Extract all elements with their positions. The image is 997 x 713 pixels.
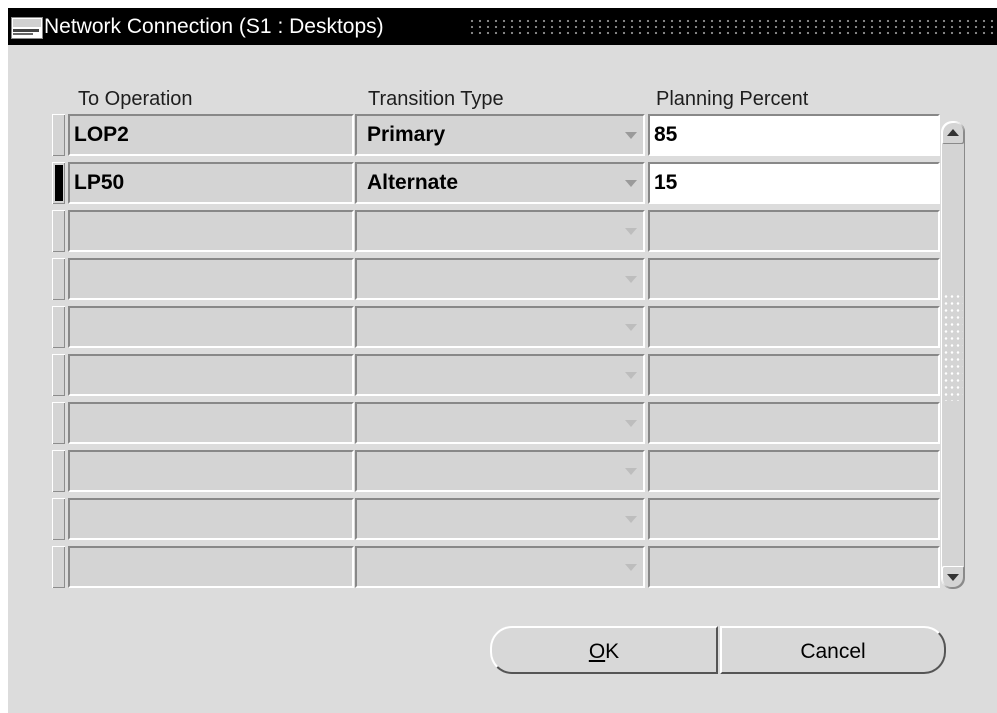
row-indicator[interactable] <box>52 258 65 300</box>
to-operation-field[interactable] <box>68 210 354 252</box>
planning-percent-field[interactable]: 15 <box>648 162 940 204</box>
chevron-down-icon[interactable] <box>625 372 637 379</box>
titlebar-pattern <box>468 18 993 36</box>
scroll-up-arrow-icon[interactable] <box>942 122 964 144</box>
chevron-down-icon[interactable] <box>625 468 637 475</box>
transition-type-select[interactable]: Primary <box>355 114 645 156</box>
table-row[interactable] <box>52 401 942 445</box>
transition-type-select[interactable] <box>355 450 645 492</box>
to-operation-field[interactable] <box>68 258 354 300</box>
planning-percent-field[interactable] <box>648 450 940 492</box>
scroll-down-arrow-icon[interactable] <box>942 566 964 588</box>
transition-type-select[interactable] <box>355 258 645 300</box>
chevron-down-icon[interactable] <box>625 420 637 427</box>
cancel-button[interactable]: Cancel <box>720 626 946 674</box>
planning-percent-field[interactable]: 85 <box>648 114 940 156</box>
chevron-down-icon[interactable] <box>625 564 637 571</box>
table-row[interactable] <box>52 257 942 301</box>
transition-type-select[interactable] <box>355 546 645 588</box>
ok-mnemonic: O <box>588 640 606 663</box>
oracle-applications-logo-icon <box>11 17 43 39</box>
planning-percent-field[interactable] <box>648 546 940 588</box>
transition-type-value: Primary <box>367 123 446 146</box>
to-operation-field[interactable]: LOP2 <box>68 114 354 156</box>
column-header-to-operation: To Operation <box>78 88 193 110</box>
planning-percent-field[interactable] <box>648 402 940 444</box>
transition-type-select[interactable] <box>355 498 645 540</box>
window-titlebar[interactable]: Network Connection (S1 : Desktops) <box>8 8 997 45</box>
scrollbar-thumb[interactable] <box>943 293 963 401</box>
chevron-down-icon[interactable] <box>625 324 637 331</box>
transition-type-select[interactable]: Alternate <box>355 162 645 204</box>
column-header-transition-type: Transition Type <box>368 88 504 110</box>
chevron-down-icon[interactable] <box>625 228 637 235</box>
chevron-down-icon[interactable] <box>625 276 637 283</box>
transition-type-select[interactable] <box>355 210 645 252</box>
table-row[interactable]: LOP2 Primary 85 <box>52 113 942 157</box>
to-operation-field[interactable] <box>68 498 354 540</box>
table-row[interactable] <box>52 353 942 397</box>
to-operation-field[interactable] <box>68 402 354 444</box>
row-indicator[interactable] <box>52 162 65 204</box>
network-connection-window: Network Connection (S1 : Desktops) To Op… <box>8 8 997 713</box>
transition-type-select[interactable] <box>355 306 645 348</box>
row-indicator[interactable] <box>52 210 65 252</box>
row-indicator[interactable] <box>52 354 65 396</box>
table-row[interactable] <box>52 497 942 541</box>
transition-type-value: Alternate <box>367 171 459 194</box>
to-operation-field[interactable] <box>68 450 354 492</box>
chevron-down-icon[interactable] <box>625 516 637 523</box>
row-indicator[interactable] <box>52 402 65 444</box>
ok-label: K <box>605 640 620 663</box>
transition-type-select[interactable] <box>355 354 645 396</box>
transition-type-select[interactable] <box>355 402 645 444</box>
planning-percent-field[interactable] <box>648 210 940 252</box>
table-row[interactable] <box>52 449 942 493</box>
table-row[interactable] <box>52 209 942 253</box>
window-title: Network Connection (S1 : Desktops) <box>44 15 384 38</box>
chevron-down-icon[interactable] <box>625 132 637 139</box>
column-header-planning-percent: Planning Percent <box>656 88 809 110</box>
planning-percent-field[interactable] <box>648 498 940 540</box>
ok-button[interactable]: OK <box>490 626 718 674</box>
row-indicator[interactable] <box>52 450 65 492</box>
row-indicator[interactable] <box>52 114 65 156</box>
row-indicator[interactable] <box>52 306 65 348</box>
planning-percent-field[interactable] <box>648 258 940 300</box>
planning-percent-field[interactable] <box>648 354 940 396</box>
table-row[interactable]: LP50 Alternate 15 <box>52 161 942 205</box>
to-operation-field[interactable] <box>68 546 354 588</box>
to-operation-field[interactable] <box>68 354 354 396</box>
to-operation-field[interactable] <box>68 306 354 348</box>
row-indicator[interactable] <box>52 546 65 588</box>
row-indicator[interactable] <box>52 498 65 540</box>
to-operation-field[interactable]: LP50 <box>68 162 354 204</box>
chevron-down-icon[interactable] <box>625 180 637 187</box>
table-row[interactable] <box>52 305 942 349</box>
table-row[interactable] <box>52 545 942 589</box>
planning-percent-field[interactable] <box>648 306 940 348</box>
vertical-scrollbar[interactable] <box>941 121 965 589</box>
